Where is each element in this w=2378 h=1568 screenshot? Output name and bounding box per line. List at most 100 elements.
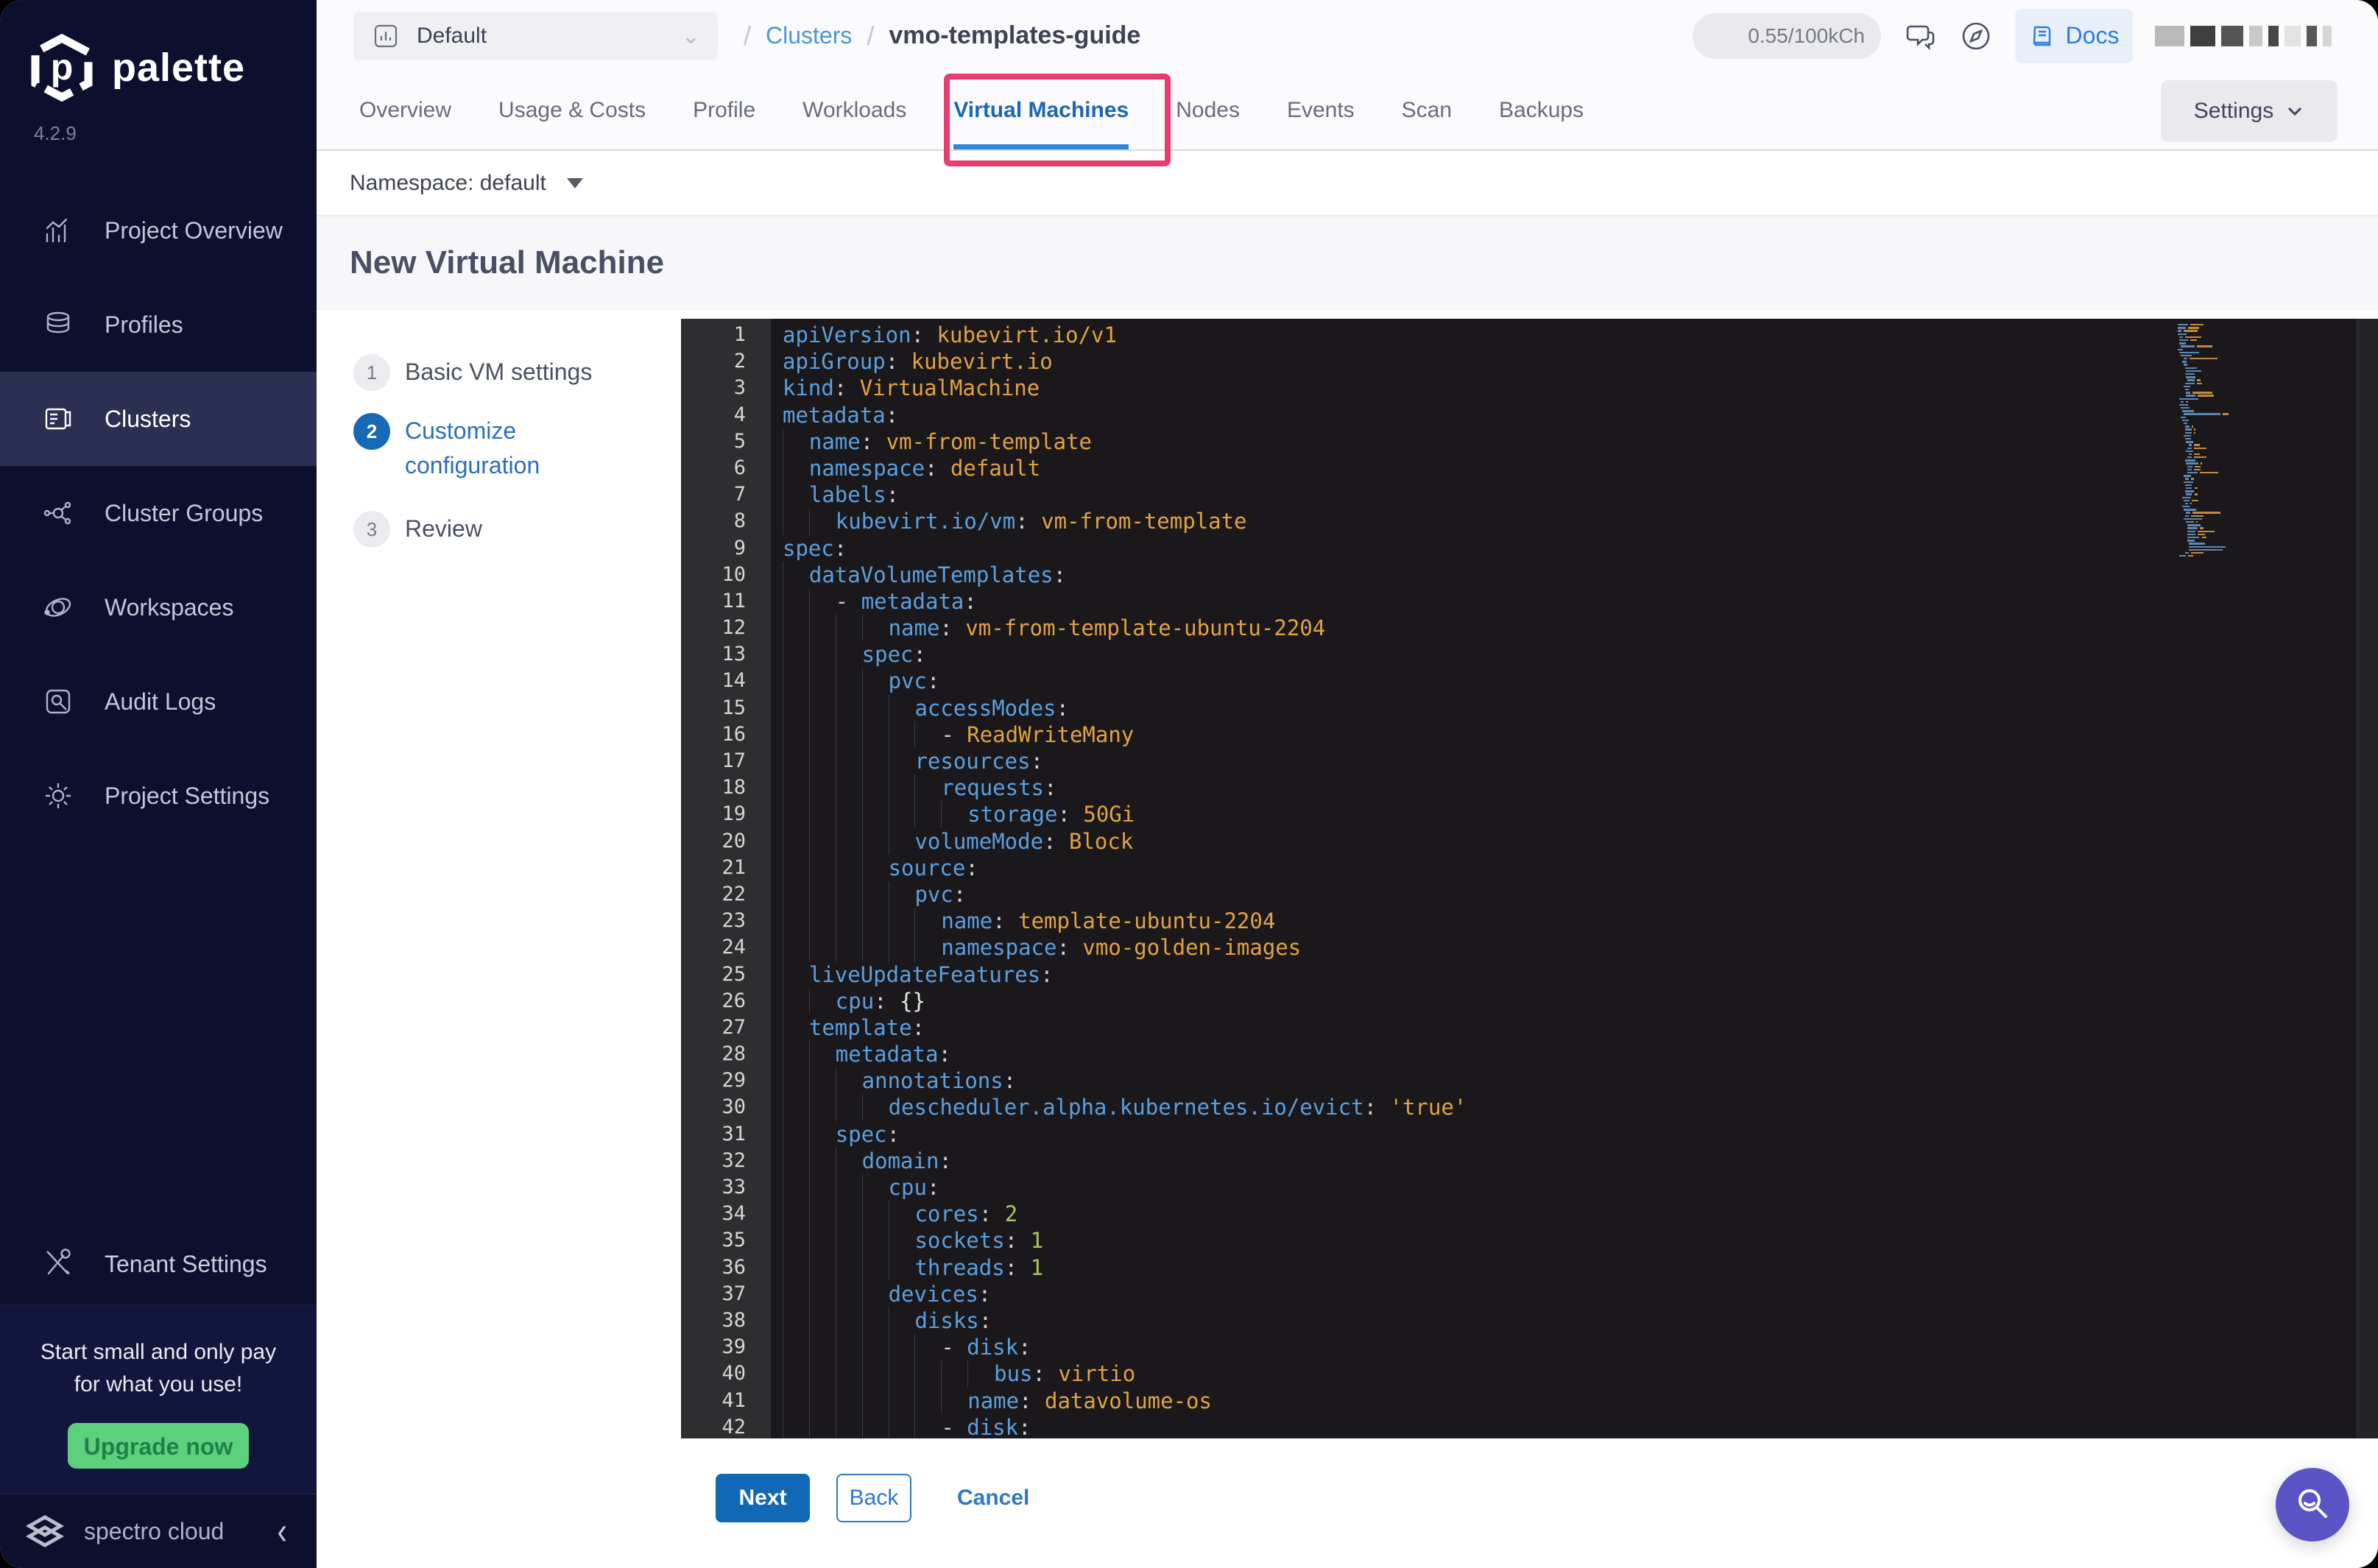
project-selector[interactable]: Default ⌄ xyxy=(353,12,718,60)
wizard-step-1[interactable]: 1 Basic VM settings xyxy=(353,354,681,391)
line-number: 28 xyxy=(721,1042,746,1066)
sidebar-item-workspaces[interactable]: Workspaces xyxy=(0,560,317,654)
code-line: 2 apiGroup: kubevirt.io xyxy=(681,348,2378,375)
yaml-editor[interactable]: 1 apiVersion: kubevirt.io/v1 2 apiGroup: ku… xyxy=(681,319,2378,1438)
line-number: 41 xyxy=(721,1388,746,1412)
app-frame: p palette 4.2.9 Project Overview Profiles… xyxy=(0,0,2378,1568)
code-line: 4 metadata: xyxy=(681,402,2378,428)
step-label: Basic VM settings xyxy=(405,359,593,385)
tab-backups[interactable]: Backups xyxy=(1499,71,1584,149)
search-icon xyxy=(2298,1489,2327,1518)
code-line: 30 descheduler.alpha.kubernetes.io/evict:… xyxy=(681,1094,2378,1121)
yaml-code: 1 apiVersion: kubevirt.io/v1 2 apiGroup: ku… xyxy=(681,322,2378,1438)
code-line: 27 template: xyxy=(681,1014,2378,1042)
page-title: New Virtual Machine xyxy=(350,244,665,280)
tab-profile[interactable]: Profile xyxy=(693,71,755,149)
code-line: 5 name: vm-from-template xyxy=(681,428,2378,455)
editor-scrollbar[interactable] xyxy=(2357,319,2378,1438)
brand-name: palette xyxy=(112,46,246,90)
code-line: 32 domain: xyxy=(681,1147,2378,1174)
back-button[interactable]: Back xyxy=(836,1474,911,1522)
svg-text:p: p xyxy=(51,46,74,88)
breadcrumb-current: vmo-templates-guide xyxy=(889,21,1141,49)
wizard-step-3[interactable]: 3 Review xyxy=(353,511,681,548)
sidebar-item-label: Project Overview xyxy=(105,216,283,244)
code-line: 34 cores: 2 xyxy=(681,1201,2378,1228)
settings-button[interactable]: Settings xyxy=(2161,80,2338,142)
line-number: 30 xyxy=(721,1095,746,1119)
chat-icon[interactable] xyxy=(1903,19,1937,53)
tab-events[interactable]: Events xyxy=(1287,71,1355,149)
tab-workloads[interactable]: Workloads xyxy=(802,71,906,149)
sidebar-item-label: Audit Logs xyxy=(105,688,216,715)
code-line: 1 apiVersion: kubevirt.io/v1 xyxy=(681,322,2378,348)
namespace-selector-value: Namespace: default xyxy=(350,170,546,195)
sidebar-item-profiles[interactable]: Profiles xyxy=(0,278,317,372)
line-number: 1 xyxy=(733,323,746,346)
tab-scan[interactable]: Scan xyxy=(1402,71,1452,149)
code-line: 17 resources: xyxy=(681,748,2378,775)
caret-down-icon[interactable] xyxy=(566,177,583,188)
code-line: 3 kind: VirtualMachine xyxy=(681,375,2378,401)
sidebar-item-project-overview[interactable]: Project Overview xyxy=(0,183,317,278)
tab-nodes[interactable]: Nodes xyxy=(1176,71,1240,149)
line-number: 9 xyxy=(733,536,746,559)
line-number: 42 xyxy=(721,1415,746,1438)
code-line: 26 cpu: {} xyxy=(681,987,2378,1014)
line-number: 21 xyxy=(721,855,746,879)
breadcrumb-separator: / xyxy=(744,20,752,51)
collapse-sidebar-icon[interactable]: ‹ xyxy=(278,1510,287,1553)
editor-minimap[interactable] xyxy=(2178,323,2275,557)
next-button[interactable]: Next xyxy=(716,1474,810,1522)
step-label: Review xyxy=(405,515,482,542)
upgrade-now-button[interactable]: Upgrade now xyxy=(68,1423,249,1469)
search-fab-button[interactable] xyxy=(2276,1468,2349,1541)
wizard-stepper: 1 Basic VM settings 2 Customize configurati… xyxy=(317,310,681,1568)
tab-virtual-machines[interactable]: Virtual Machines xyxy=(953,71,1129,149)
line-number: 27 xyxy=(721,1015,746,1039)
minimap-line xyxy=(2178,554,2275,557)
code-line: 13 spec: xyxy=(681,641,2378,668)
code-line: 29 annotations: xyxy=(681,1067,2378,1095)
spectro-cloud-logo-icon xyxy=(25,1515,65,1547)
code-line: 33 cpu: xyxy=(681,1174,2378,1201)
sidebar-item-cluster-groups[interactable]: Cluster Groups xyxy=(0,466,317,560)
docs-button[interactable]: Docs xyxy=(2015,8,2133,63)
code-line: 14 pvc: xyxy=(681,668,2378,695)
line-number: 32 xyxy=(721,1148,746,1172)
sidebar-item-audit-logs[interactable]: Audit Logs xyxy=(0,654,317,749)
chevron-down-icon xyxy=(2288,107,2302,116)
line-number: 22 xyxy=(721,882,746,905)
line-number: 19 xyxy=(721,802,746,826)
sidebar-item-project-settings[interactable]: Project Settings xyxy=(0,749,317,843)
audit-icon xyxy=(46,689,71,714)
topbar-actions: 0.55/100kCh Docs xyxy=(1693,0,2332,71)
code-line: 28 metadata: xyxy=(681,1041,2378,1068)
cancel-button[interactable]: Cancel xyxy=(953,1485,1034,1511)
wizard-step-2[interactable]: 2 Customize configuration xyxy=(353,413,681,483)
code-line: 12 name: vm-from-template-ubuntu-2204 xyxy=(681,615,2378,642)
line-number: 39 xyxy=(721,1335,746,1359)
line-number: 6 xyxy=(733,456,746,479)
compass-icon[interactable] xyxy=(1959,19,1993,53)
tab-overview[interactable]: Overview xyxy=(359,71,451,149)
chart-icon xyxy=(46,218,68,243)
line-number: 3 xyxy=(733,376,746,400)
palette-logo-icon: p xyxy=(31,34,93,102)
line-number: 40 xyxy=(721,1362,746,1385)
sidebar-item-clusters[interactable]: Clusters xyxy=(0,372,317,466)
line-number: 8 xyxy=(733,509,746,533)
code-line: 20 volumeMode: Block xyxy=(681,827,2378,855)
code-line: 39- disk: xyxy=(681,1334,2378,1361)
tab-usage-costs[interactable]: Usage & Costs xyxy=(498,71,646,149)
footer-brand: spectro cloud xyxy=(84,1517,225,1544)
step-number: 3 xyxy=(353,511,390,548)
line-number: 20 xyxy=(721,829,746,852)
sidebar-item-tenant-settings[interactable]: Tenant Settings xyxy=(0,1223,317,1304)
layers-icon xyxy=(46,311,70,333)
code-line: 21 source: xyxy=(681,854,2378,881)
line-number: 26 xyxy=(721,989,746,1012)
breadcrumb-clusters-link[interactable]: Clusters xyxy=(766,22,852,49)
code-line: 22 pvc: xyxy=(681,880,2378,908)
chevron-down-icon: ⌄ xyxy=(681,24,700,49)
